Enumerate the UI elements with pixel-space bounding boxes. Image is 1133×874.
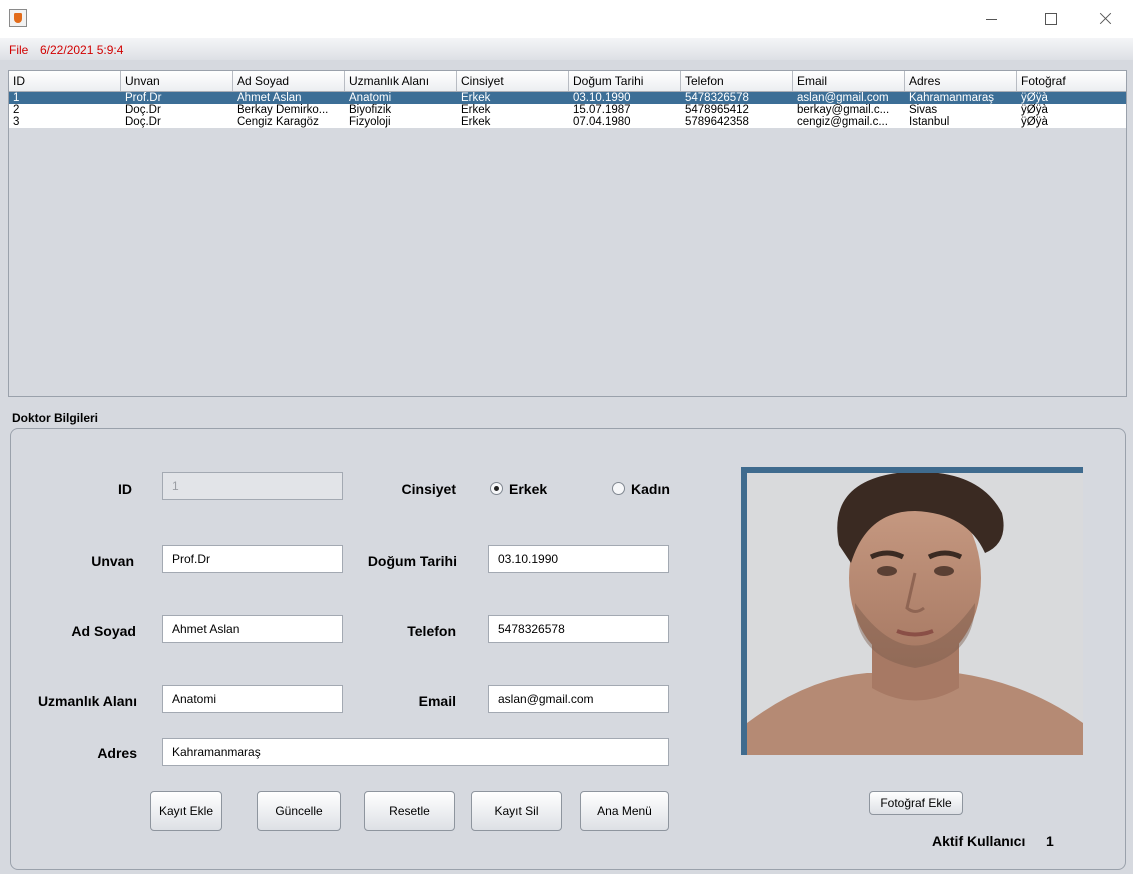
guncelle-button[interactable]: Güncelle xyxy=(257,791,341,831)
label-email: Email xyxy=(418,693,456,709)
menu-clock: 6/22/2021 5:9:4 xyxy=(40,43,124,57)
close-icon[interactable] xyxy=(1082,6,1128,32)
table-cell: Kahramanmaraş xyxy=(909,92,995,104)
col-header-cinsiyet[interactable]: Cinsiyet xyxy=(457,71,569,91)
panel-title: Doktor Bilgileri xyxy=(12,411,99,425)
col-header-unvan[interactable]: Unvan xyxy=(121,71,233,91)
uzmanlik-field[interactable]: Anatomi xyxy=(162,685,343,713)
table-cell: Biyofizik xyxy=(349,104,392,116)
table-cell: Cengiz Karagöz xyxy=(237,116,319,128)
ad-soyad-field[interactable]: Ahmet Aslan xyxy=(162,615,343,643)
col-header-telefon[interactable]: Telefon xyxy=(681,71,793,91)
resetle-button[interactable]: Resetle xyxy=(364,791,455,831)
table-cell: 2 xyxy=(13,104,20,116)
radio-erkek[interactable]: Erkek xyxy=(490,481,547,497)
table-cell: berkay@gmail.c... xyxy=(797,104,890,116)
table-cell: 5478965412 xyxy=(685,104,749,116)
menu-file[interactable]: File xyxy=(9,43,28,57)
table-cell: 3 xyxy=(13,116,20,128)
table-cell: ÿØÿà xyxy=(1021,104,1048,116)
radio-kadin[interactable]: Kadın xyxy=(612,481,670,497)
label-uzmanlik: Uzmanlık Alanı xyxy=(37,693,137,709)
table-cell: Fizyoloji xyxy=(349,116,391,128)
java-app-icon xyxy=(9,9,27,27)
label-telefon: Telefon xyxy=(407,623,456,639)
table-cell: Erkek xyxy=(461,92,491,104)
doctor-table[interactable]: ID Unvan Ad Soyad Uzmanlık Alanı Cinsiye… xyxy=(8,70,1127,397)
table-row[interactable]: 1 Prof.Dr Ahmet Aslan Anatomi Erkek 03.1… xyxy=(9,92,1126,104)
radio-kadin-label: Kadın xyxy=(631,481,670,497)
active-user-label: Aktif Kullanıcı xyxy=(932,833,1026,849)
table-cell: Erkek xyxy=(461,116,491,128)
col-header-uzmanlik[interactable]: Uzmanlık Alanı xyxy=(345,71,457,91)
table-cell: 1 xyxy=(13,92,20,104)
label-cinsiyet: Cinsiyet xyxy=(401,481,456,497)
portrait-image xyxy=(747,473,1083,755)
table-cell: Erkek xyxy=(461,104,491,116)
id-field[interactable]: 1 xyxy=(162,472,343,500)
radio-selected-icon xyxy=(490,482,503,495)
table-header: ID Unvan Ad Soyad Uzmanlık Alanı Cinsiye… xyxy=(9,71,1126,92)
fotograf-ekle-button[interactable]: Fotoğraf Ekle xyxy=(869,791,963,815)
table-cell: cengiz@gmail.c... xyxy=(797,116,888,128)
unvan-field[interactable]: Prof.Dr xyxy=(162,545,343,573)
label-id: ID xyxy=(118,481,132,497)
kayit-sil-button[interactable]: Kayıt Sil xyxy=(471,791,562,831)
doctor-photo xyxy=(741,467,1083,755)
adres-field[interactable]: Kahramanmaraş xyxy=(162,738,669,766)
table-cell: ÿØÿà xyxy=(1021,116,1048,128)
col-header-adres[interactable]: Adres xyxy=(905,71,1017,91)
window-title-bar xyxy=(0,0,1133,38)
table-cell: 03.10.1990 xyxy=(573,92,631,104)
table-row[interactable]: 2 Doç.Dr Berkay Demirko... Biyofizik Erk… xyxy=(9,104,1126,116)
col-header-email[interactable]: Email xyxy=(793,71,905,91)
table-cell: ÿØÿà xyxy=(1021,92,1048,104)
radio-unselected-icon xyxy=(612,482,625,495)
minimize-icon[interactable] xyxy=(968,6,1014,32)
col-header-id[interactable]: ID xyxy=(9,71,121,91)
col-header-fotograf[interactable]: Fotoğraf xyxy=(1017,71,1126,91)
active-user-value: 1 xyxy=(1046,833,1054,849)
label-ad-soyad: Ad Soyad xyxy=(71,623,136,639)
doctor-management-window: File 6/22/2021 5:9:4 ID Unvan Ad Soyad U… xyxy=(0,38,1133,874)
col-header-dogum-tarihi[interactable]: Doğum Tarihi xyxy=(569,71,681,91)
telefon-field[interactable]: 5478326578 xyxy=(488,615,669,643)
table-row[interactable]: 3 Doç.Dr Cengiz Karagöz Fizyoloji Erkek … xyxy=(9,116,1126,128)
menu-bar: File 6/22/2021 5:9:4 xyxy=(0,38,1133,60)
table-cell: Doç.Dr xyxy=(125,116,161,128)
table-cell: 07.04.1980 xyxy=(573,116,631,128)
table-cell: Ahmet Aslan xyxy=(237,92,302,104)
maximize-icon[interactable] xyxy=(1028,6,1074,32)
table-cell: 5478326578 xyxy=(685,92,749,104)
radio-erkek-label: Erkek xyxy=(509,481,548,497)
email-field[interactable]: aslan@gmail.com xyxy=(488,685,669,713)
table-cell: aslan@gmail.com xyxy=(797,92,889,104)
table-cell: Anatomi xyxy=(349,92,392,104)
table-cell: 15.07.1987 xyxy=(573,104,631,116)
table-cell: Prof.Dr xyxy=(125,92,162,104)
label-adres: Adres xyxy=(97,745,137,761)
table-cell: 5789642358 xyxy=(685,116,749,128)
label-unvan: Unvan xyxy=(91,553,134,569)
label-dogum-tarihi: Doğum Tarihi xyxy=(367,553,457,569)
dogum-tarihi-field[interactable]: 03.10.1990 xyxy=(488,545,669,573)
table-cell: Doç.Dr xyxy=(125,104,161,116)
col-header-ad-soyad[interactable]: Ad Soyad xyxy=(233,71,345,91)
table-cell: İstanbul xyxy=(909,116,950,128)
table-cell: Sivas xyxy=(909,104,938,116)
kayit-ekle-button[interactable]: Kayıt Ekle xyxy=(150,791,222,831)
ana-menu-button[interactable]: Ana Menü xyxy=(580,791,669,831)
table-cell: Berkay Demirko... xyxy=(237,104,329,116)
